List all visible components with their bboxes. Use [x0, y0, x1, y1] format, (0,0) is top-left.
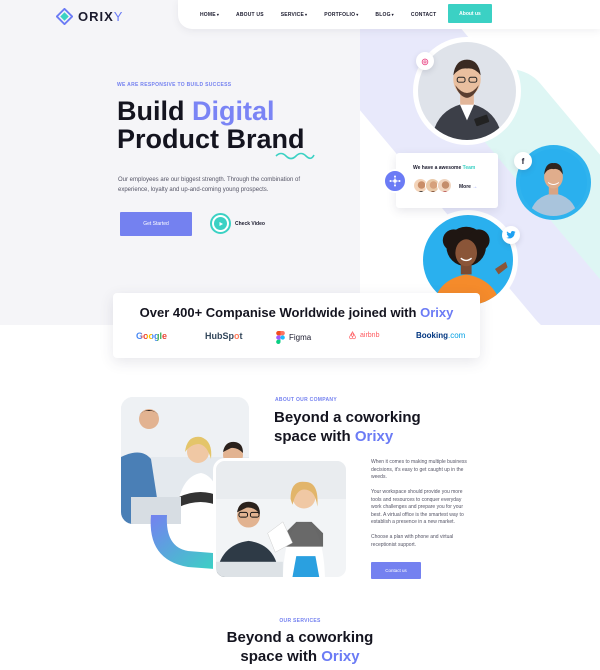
services-title: Beyond a coworking space with Orixy	[226, 629, 374, 665]
logo[interactable]: ORIXY	[56, 8, 123, 25]
nav-about-us[interactable]: ABOUT US	[236, 12, 264, 18]
hubspot-logo: HubSp o t	[205, 331, 243, 341]
logo-text: ORIXY	[78, 9, 124, 24]
contact-us-button[interactable]: Contact us	[371, 562, 421, 579]
services-eyebrow: OUR SERVICES	[279, 618, 321, 624]
team-card: We have a awesome Team More →	[396, 153, 498, 208]
about-paragraph: Choose a plan with phone and virtual rec…	[371, 534, 454, 548]
about-paragraph: When it comes to making multiple busines…	[371, 459, 467, 480]
team-avatars	[413, 178, 452, 193]
check-video-button[interactable]: Check Video	[210, 213, 265, 234]
companies-card: Over 400+ Companise Worldwide joined wit…	[113, 293, 480, 358]
about-title: Beyond a coworking space with Orixy	[274, 409, 421, 445]
nav-service[interactable]: SERVICE▾	[281, 12, 307, 18]
nav-portfolio[interactable]: PORTFOLIO▾	[324, 12, 358, 18]
hero-description: Our employees are our biggest strength. …	[118, 177, 300, 193]
about-eyebrow: ABOUT OUR COMPANY	[275, 397, 337, 403]
title-underline-decoration	[275, 152, 315, 160]
team-card-title: We have a awesome Team	[413, 165, 476, 171]
get-started-button[interactable]: Get Started	[120, 212, 192, 236]
nav-contact[interactable]: CONTACT	[411, 12, 436, 18]
dribbble-icon[interactable]: ◎	[416, 52, 434, 70]
team-more-link[interactable]: More →	[459, 184, 477, 190]
figma-icon	[276, 331, 285, 344]
hero-background	[0, 0, 360, 325]
logo-mark-icon	[56, 8, 73, 25]
hero-eyebrow: WE ARE RESPONSIVE TO BUILD SUCCESS	[117, 82, 232, 88]
hero-title: Build Digital Product Brand	[117, 96, 305, 154]
about-us-button[interactable]: About us	[448, 4, 492, 23]
google-logo: Google	[136, 331, 167, 341]
play-icon	[210, 213, 231, 234]
about-paragraph: Your workspace should provide you more t…	[371, 489, 464, 525]
airbnb-icon	[349, 331, 356, 340]
about-photo-office-work	[213, 458, 349, 580]
companies-title: Over 400+ Companise Worldwide joined wit…	[139, 305, 454, 320]
booking-logo: Booking .com	[416, 331, 466, 340]
about-decor-ring	[150, 515, 215, 569]
facebook-icon[interactable]: f	[514, 152, 532, 170]
main-navigation: HOME▾ ABOUT US SERVICE▾ PORTFOLIO▾ BLOG▾…	[178, 0, 600, 29]
figma-logo: Figma	[276, 331, 311, 344]
team-network-icon	[383, 169, 407, 193]
twitter-icon[interactable]	[502, 226, 520, 244]
nav-home[interactable]: HOME▾	[200, 12, 219, 18]
airbnb-logo: airbnb	[348, 331, 379, 340]
avatar	[437, 178, 452, 193]
nav-blog[interactable]: BLOG▾	[375, 12, 393, 18]
check-video-label: Check Video	[235, 220, 265, 227]
